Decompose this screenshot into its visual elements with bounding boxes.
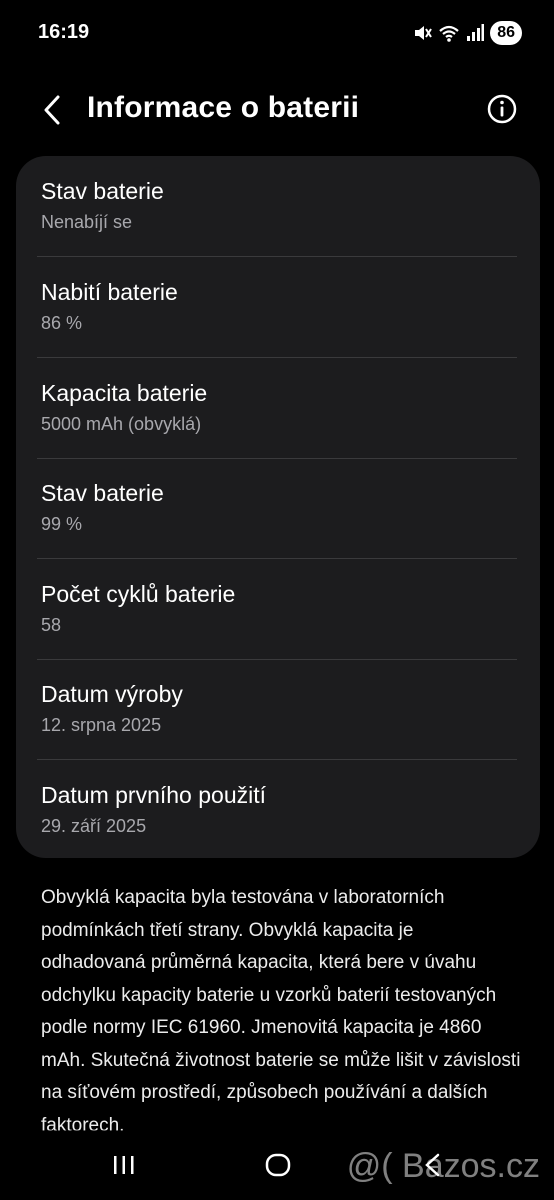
app-header: Informace o baterii [0, 78, 554, 142]
row-label: Datum prvního použití [41, 782, 267, 808]
battery-level-badge: 86 [490, 21, 522, 45]
row-label: Datum výroby [41, 681, 183, 707]
row-label: Stav baterie [41, 178, 164, 204]
row-label: Nabití baterie [41, 279, 178, 305]
row-manufacture-date[interactable]: Datum výroby 12. srpna 2025 [37, 659, 517, 759]
info-button[interactable] [485, 92, 519, 126]
row-value: 12. srpna 2025 [41, 715, 162, 735]
watermark: @( Bazos.cz [346, 1147, 540, 1185]
chevron-left-icon [44, 95, 60, 125]
page-title: Informace o baterii [87, 91, 360, 124]
row-value: 99 % [41, 514, 83, 534]
home-button[interactable] [263, 1150, 293, 1180]
row-label: Kapacita baterie [41, 380, 208, 406]
status-time: 16:19 [38, 21, 90, 43]
row-battery-status[interactable]: Stav baterie Nenabíjí se [37, 156, 517, 256]
status-bar: 16:19 86 [0, 0, 554, 66]
row-value: Nenabíjí se [41, 212, 133, 232]
row-value: 86 % [41, 313, 83, 333]
mute-icon [415, 26, 433, 40]
signal-icon [467, 24, 485, 41]
row-label: Stav baterie [41, 480, 164, 506]
home-icon [265, 1153, 291, 1177]
info-icon [487, 94, 517, 124]
row-cycle-count[interactable]: Počet cyklů baterie 58 [37, 559, 517, 659]
row-value: 29. září 2025 [41, 816, 147, 836]
wifi-icon [439, 25, 459, 42]
status-icons: 86 [412, 20, 522, 46]
back-button[interactable] [34, 90, 70, 130]
row-label: Počet cyklů baterie [41, 581, 236, 607]
recent-apps-icon [114, 1156, 134, 1174]
row-battery-charge[interactable]: Nabití baterie 86 % [37, 257, 517, 357]
capacity-footnote: Obvyklá kapacita byla testována v labora… [41, 887, 521, 1136]
battery-info-card: Stav baterie Nenabíjí se Nabití baterie … [16, 156, 540, 858]
row-battery-health[interactable]: Stav baterie 99 % [37, 458, 517, 558]
recent-apps-button[interactable] [111, 1150, 137, 1180]
row-battery-capacity[interactable]: Kapacita baterie 5000 mAh (obvyklá) [37, 358, 517, 458]
row-first-use-date[interactable]: Datum prvního použití 29. září 2025 [37, 760, 517, 860]
row-value: 5000 mAh (obvyklá) [41, 414, 202, 434]
row-value: 58 [41, 615, 62, 635]
